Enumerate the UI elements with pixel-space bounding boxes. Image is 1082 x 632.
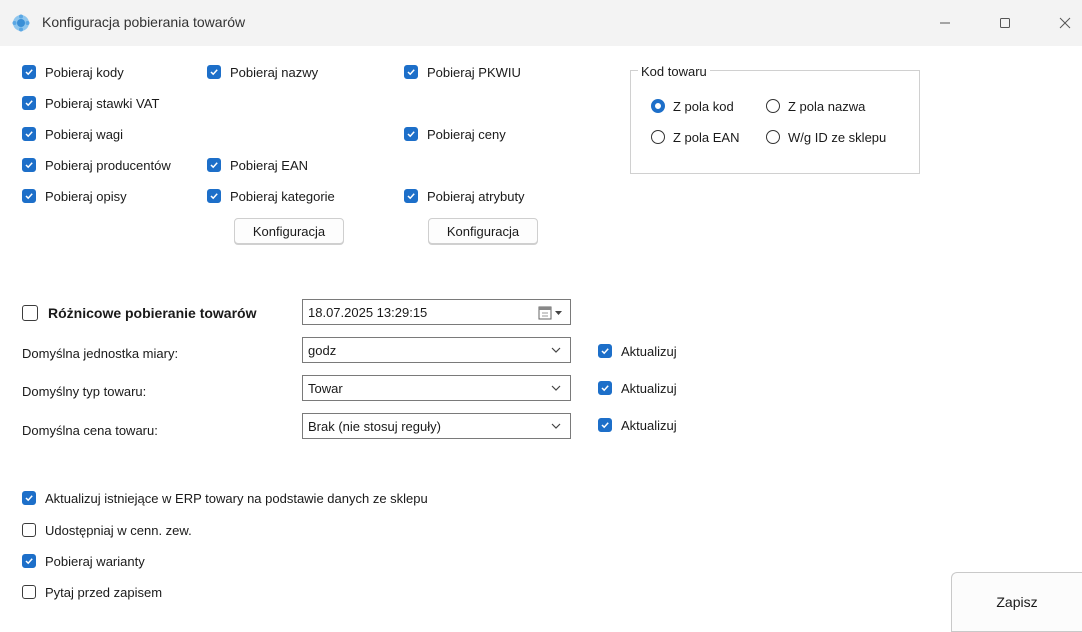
radio-label: W/g ID ze sklepu: [788, 129, 887, 145]
checkbox-codes[interactable]: Pobieraj kody: [22, 62, 124, 82]
checkbox-box[interactable]: [404, 127, 418, 141]
checkbox-update-existing[interactable]: Aktualizuj istniejące w ERP towary na po…: [22, 488, 428, 508]
checkbox-weights[interactable]: Pobieraj wagi: [22, 124, 123, 144]
checkbox-box[interactable]: [598, 381, 612, 395]
radio-circle[interactable]: [651, 130, 665, 144]
maximize-icon: [1000, 18, 1010, 28]
checkbox-variants[interactable]: Pobieraj warianty: [22, 551, 145, 571]
checkbox-box[interactable]: [22, 158, 36, 172]
chevron-down-icon: [551, 347, 561, 353]
radio-label: Z pola nazwa: [788, 98, 866, 114]
title-bar: Konfiguracja pobierania towarów: [0, 0, 1082, 46]
checkbox-box[interactable]: [22, 189, 36, 203]
checkbox-label: Pobieraj EAN: [230, 157, 309, 173]
radio-label: Z pola kod: [673, 98, 734, 114]
checkbox-label: Pobieraj ceny: [427, 126, 506, 142]
checkbox-label: Aktualizuj: [621, 417, 677, 433]
checkbox-box[interactable]: [22, 554, 36, 568]
radio-circle[interactable]: [766, 130, 780, 144]
checkbox-box[interactable]: [22, 305, 38, 321]
save-button[interactable]: Zapisz: [951, 572, 1082, 632]
default-type-select[interactable]: Towar: [302, 375, 571, 401]
checkbox-vat[interactable]: Pobieraj stawki VAT: [22, 93, 159, 113]
checkbox-label: Pobieraj atrybuty: [427, 188, 525, 204]
checkbox-categories[interactable]: Pobieraj kategorie: [207, 186, 335, 206]
checkbox-share-external-pricelist[interactable]: Udostępniaj w cenn. zew.: [22, 520, 192, 540]
checkbox-ean[interactable]: Pobieraj EAN: [207, 155, 308, 175]
checkbox-box[interactable]: [598, 418, 612, 432]
close-icon: [1059, 17, 1071, 29]
checkbox-label: Pobieraj stawki VAT: [45, 95, 160, 111]
calendar-dropdown-icon[interactable]: [538, 306, 564, 320]
app-icon: [12, 14, 30, 32]
select-value: godz: [308, 342, 337, 358]
checkbox-producers[interactable]: Pobieraj producentów: [22, 155, 171, 175]
window-title: Konfiguracja pobierania towarów: [42, 14, 246, 30]
radio-label: Z pola EAN: [673, 129, 740, 145]
checkbox-label: Pobieraj warianty: [45, 553, 145, 569]
checkbox-box[interactable]: [22, 65, 36, 79]
close-button[interactable]: [1042, 10, 1082, 36]
default-unit-select[interactable]: godz: [302, 337, 571, 363]
checkbox-label: Aktualizuj: [621, 343, 677, 359]
checkbox-label: Pobieraj PKWIU: [427, 64, 521, 80]
checkbox-ask-before-save[interactable]: Pytaj przed zapisem: [22, 582, 162, 602]
chevron-down-icon: [551, 385, 561, 391]
checkbox-prices[interactable]: Pobieraj ceny: [404, 124, 506, 144]
radio-code-from-code[interactable]: Z pola kod: [651, 96, 734, 116]
checkbox-update-type[interactable]: Aktualizuj: [598, 378, 677, 398]
radio-code-from-ean[interactable]: Z pola EAN: [651, 127, 739, 147]
checkbox-label: Pobieraj nazwy: [230, 64, 319, 80]
checkbox-label: Aktualizuj: [621, 380, 677, 396]
checkbox-box[interactable]: [207, 189, 221, 203]
checkbox-box[interactable]: [22, 523, 36, 537]
checkbox-label: Aktualizuj istniejące w ERP towary na po…: [45, 490, 428, 506]
product-code-legend: Kod towaru: [638, 64, 710, 79]
checkbox-box[interactable]: [207, 65, 221, 79]
radio-circle[interactable]: [651, 99, 665, 113]
checkbox-pkwiu[interactable]: Pobieraj PKWIU: [404, 62, 521, 82]
chevron-down-icon: [551, 423, 561, 429]
select-value: Brak (nie stosuj reguły): [308, 418, 441, 434]
minimize-button[interactable]: [922, 10, 968, 36]
select-value: Towar: [308, 380, 343, 396]
datetime-value: 18.07.2025 13:29:15: [308, 304, 428, 320]
checkbox-box[interactable]: [404, 65, 418, 79]
maximize-button[interactable]: [982, 10, 1028, 36]
minimize-icon: [940, 22, 950, 24]
checkbox-label: Pytaj przed zapisem: [45, 584, 163, 600]
categories-config-button[interactable]: Konfiguracja: [234, 218, 344, 244]
checkbox-descriptions[interactable]: Pobieraj opisy: [22, 186, 127, 206]
checkbox-differential[interactable]: Różnicowe pobieranie towarów: [22, 303, 256, 323]
default-unit-label: Domyślna jednostka miary:: [22, 346, 179, 361]
radio-code-from-name[interactable]: Z pola nazwa: [766, 96, 865, 116]
product-code-group: [630, 70, 920, 174]
checkbox-update-unit[interactable]: Aktualizuj: [598, 341, 677, 361]
checkbox-update-price[interactable]: Aktualizuj: [598, 415, 677, 435]
radio-code-from-shop-id[interactable]: W/g ID ze sklepu: [766, 127, 886, 147]
checkbox-label: Udostępniaj w cenn. zew.: [45, 522, 192, 538]
default-price-select[interactable]: Brak (nie stosuj reguły): [302, 413, 571, 439]
checkbox-attributes[interactable]: Pobieraj atrybuty: [404, 186, 525, 206]
checkbox-label: Pobieraj producentów: [45, 157, 171, 173]
checkbox-label: Różnicowe pobieranie towarów: [48, 305, 257, 321]
checkbox-label: Pobieraj opisy: [45, 188, 127, 204]
checkbox-box[interactable]: [598, 344, 612, 358]
differential-datetime-picker[interactable]: 18.07.2025 13:29:15: [302, 299, 571, 325]
default-price-label: Domyślna cena towaru:: [22, 423, 158, 438]
checkbox-box[interactable]: [22, 96, 36, 110]
checkbox-label: Pobieraj wagi: [45, 126, 124, 142]
checkbox-label: Pobieraj kategorie: [230, 188, 335, 204]
checkbox-box[interactable]: [207, 158, 221, 172]
attributes-config-button[interactable]: Konfiguracja: [428, 218, 538, 244]
radio-circle[interactable]: [766, 99, 780, 113]
default-type-label: Domyślny typ towaru:: [22, 384, 147, 399]
checkbox-box[interactable]: [404, 189, 418, 203]
checkbox-label: Pobieraj kody: [45, 64, 124, 80]
checkbox-box[interactable]: [22, 491, 36, 505]
checkbox-box[interactable]: [22, 127, 36, 141]
checkbox-box[interactable]: [22, 585, 36, 599]
checkbox-names[interactable]: Pobieraj nazwy: [207, 62, 318, 82]
